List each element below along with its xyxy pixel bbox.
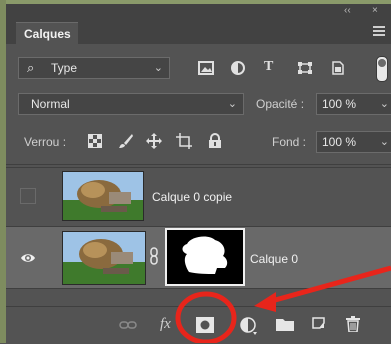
annotation-circle [175, 291, 237, 343]
layers-panel: ‹‹ × Calques ⌕ Type ⌄ T Normal ⌄ Opacité… [0, 0, 391, 344]
annotation-arrow-head [254, 292, 276, 312]
annotation-overlay [175, 265, 391, 343]
annotation-arrow-shaft [267, 265, 391, 305]
